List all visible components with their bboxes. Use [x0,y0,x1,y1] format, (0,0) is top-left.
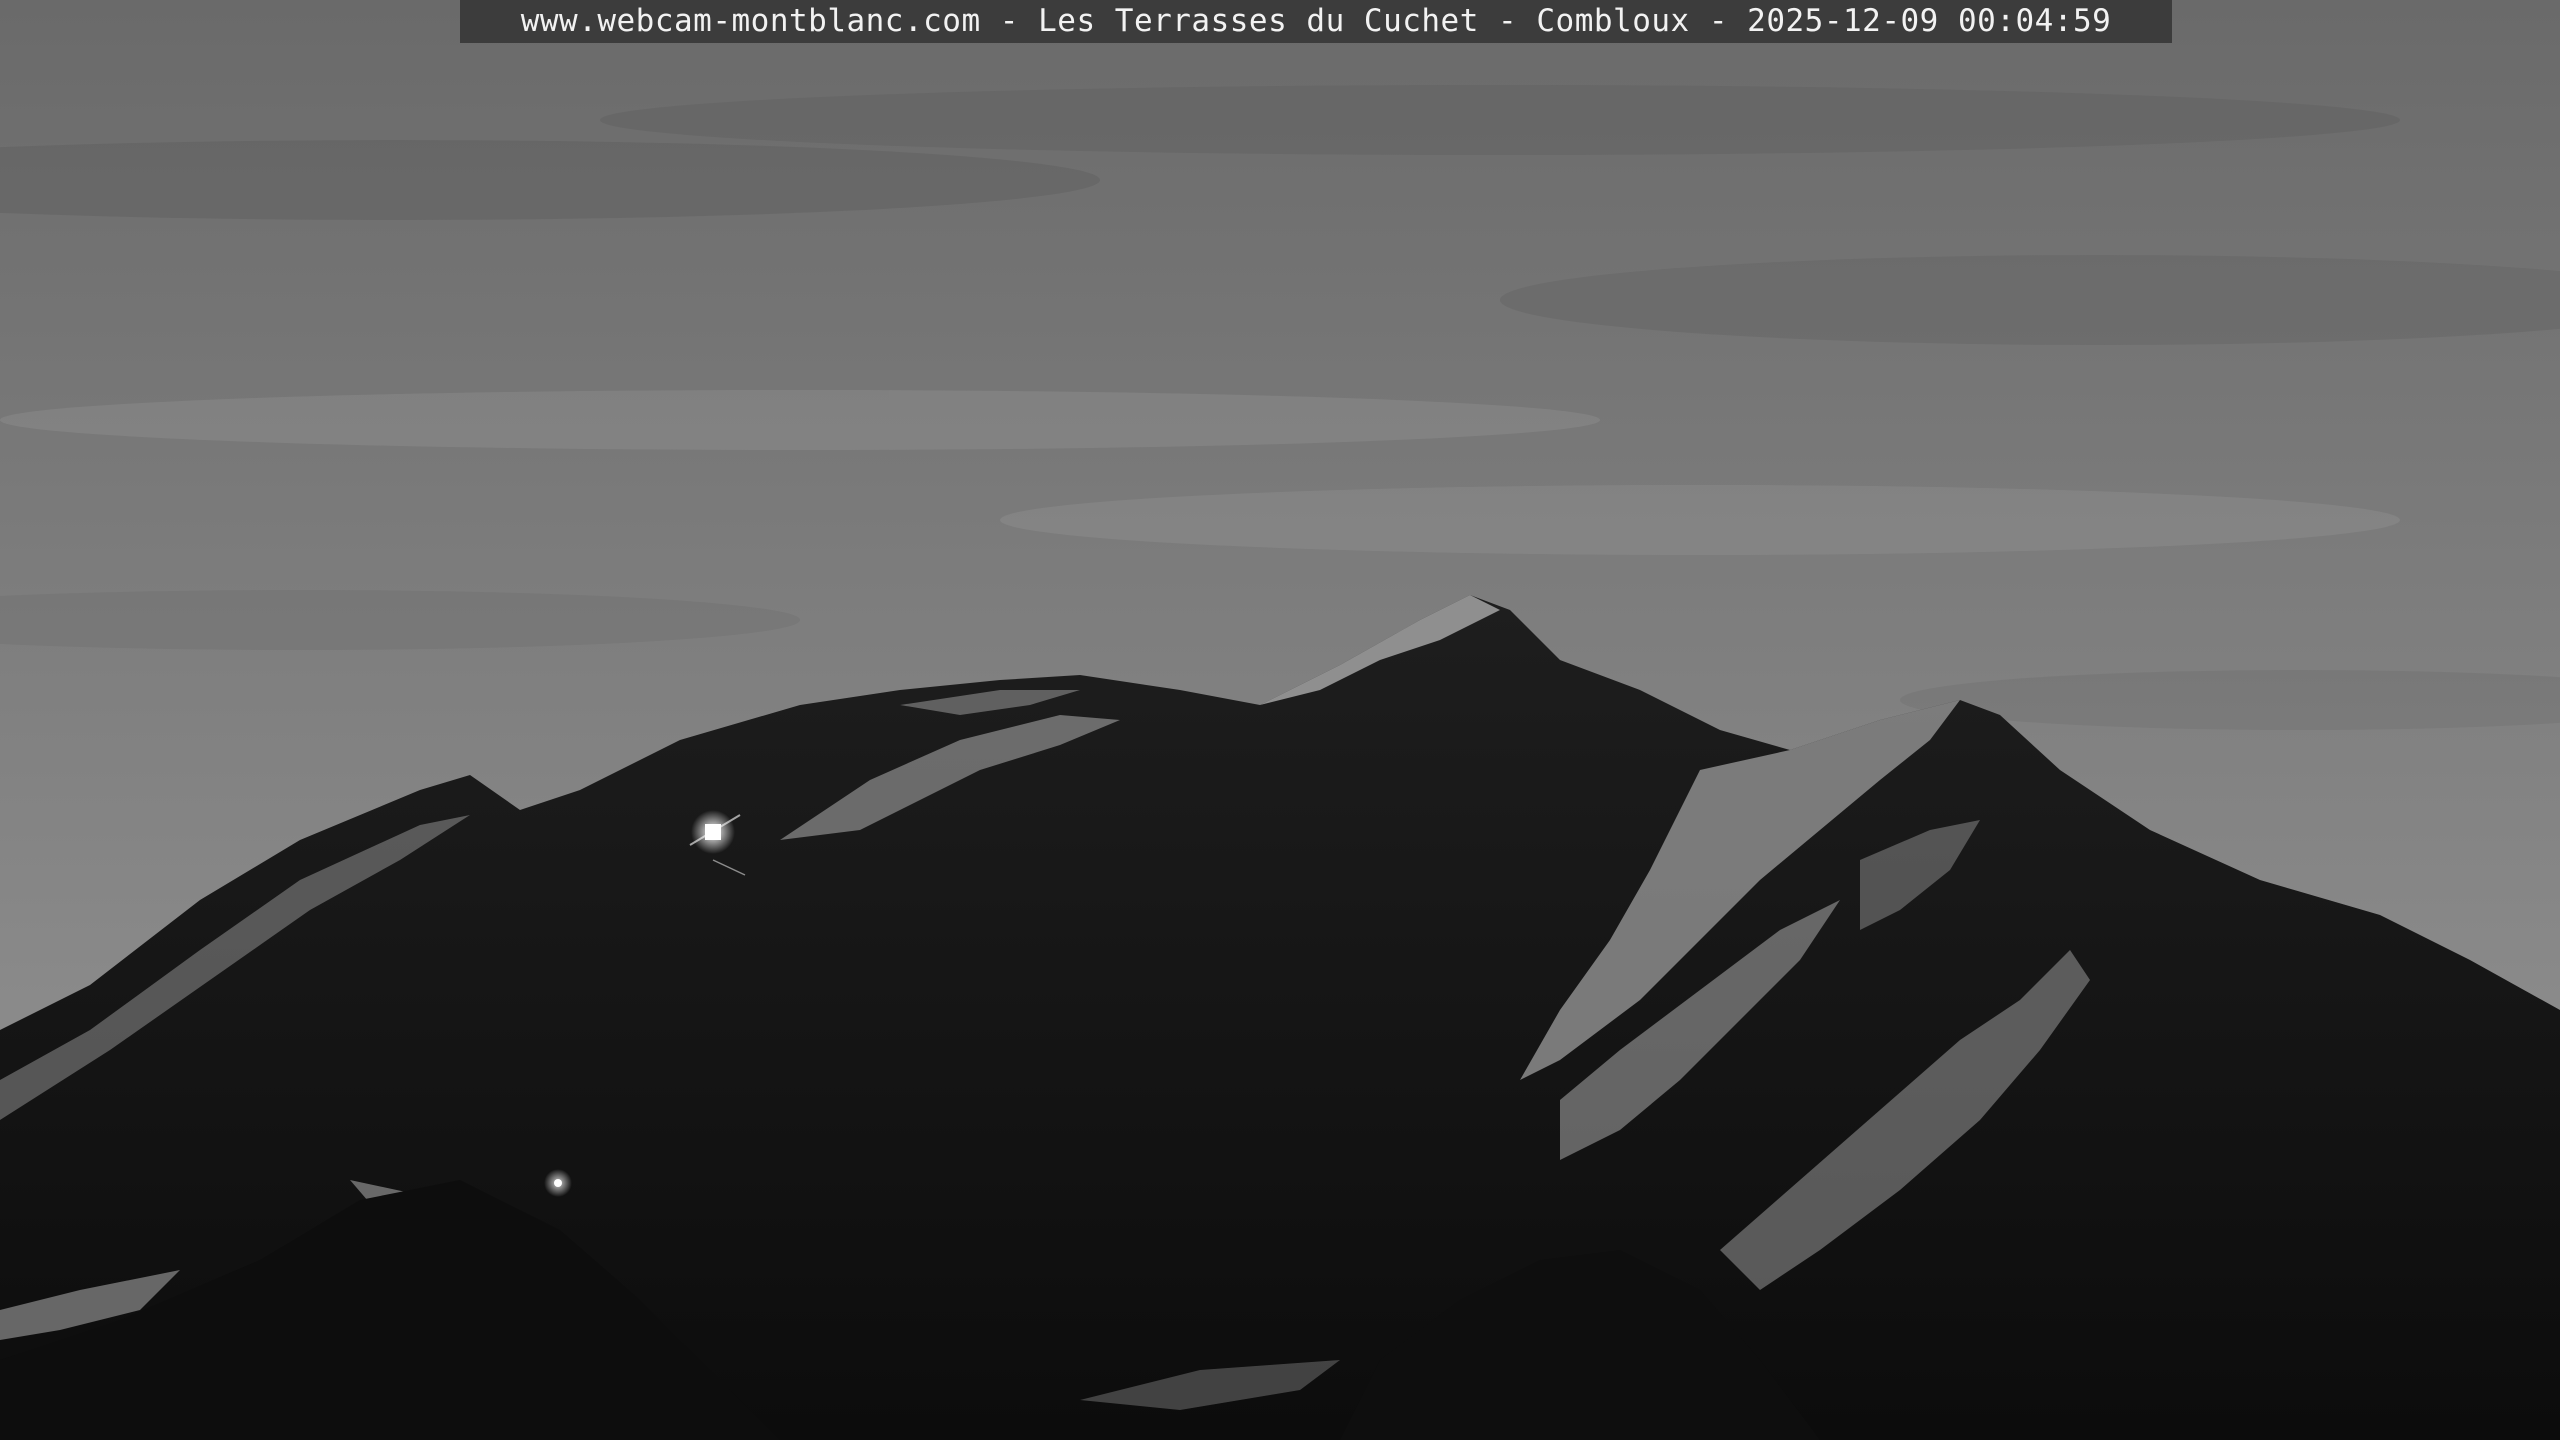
webcam-frame: www.webcam-montblanc.com - Les Terrasses… [0,0,2560,1440]
small-light [544,1169,572,1197]
webcam-caption-bar: www.webcam-montblanc.com - Les Terrasses… [460,0,2172,43]
webcam-scene [0,0,2560,1440]
webcam-caption: www.webcam-montblanc.com - Les Terrasses… [520,3,2112,39]
